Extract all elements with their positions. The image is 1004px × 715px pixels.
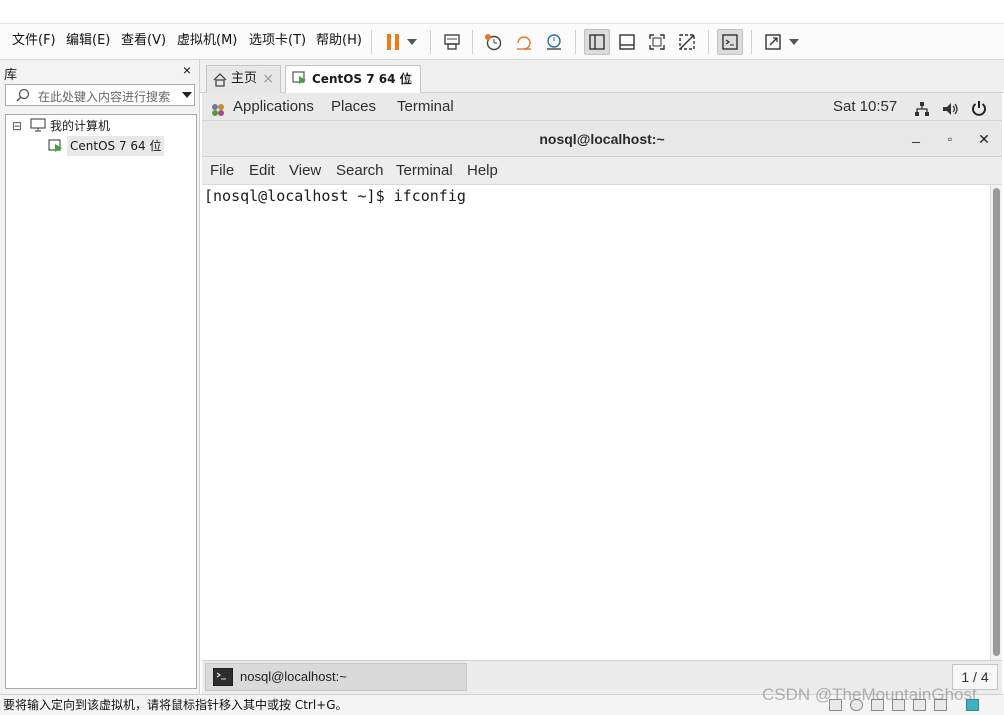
menu-view[interactable]: 查看(V): [121, 24, 166, 60]
terminal-output[interactable]: [nosql@localhost ~]$ ifconfig: [202, 185, 990, 660]
terminal-scrollbar[interactable]: [990, 185, 1002, 660]
clock[interactable]: Sat 10:57: [833, 93, 897, 121]
library-panel: 库 × 在此处键入内容进行搜索 ⊟ 我的计算机 CentOS 7 64 位: [0, 60, 200, 694]
snapshot-manager-icon[interactable]: [541, 29, 567, 55]
power-icon[interactable]: [971, 98, 987, 116]
close-icon[interactable]: ×: [262, 66, 274, 92]
watermark: CSDN @TheMountainGhost: [762, 685, 977, 704]
tree-item-my-computer[interactable]: 我的计算机: [50, 116, 110, 136]
toolbar-separator: [751, 30, 752, 54]
tree-collapse-icon[interactable]: ⊟: [12, 116, 22, 136]
window-top-strip: [0, 0, 1004, 24]
snapshot-take-icon[interactable]: [480, 29, 506, 55]
library-close-button[interactable]: ×: [183, 62, 191, 78]
show-thumbnail-icon[interactable]: [614, 29, 640, 55]
terminal-menubar: File Edit View Search Terminal Help: [202, 157, 1002, 185]
gnome-top-bar: Applications Places Terminal Sat 10:57: [202, 93, 1002, 121]
terminal-titlebar: nosql@localhost:~ _ ▫ ✕: [202, 121, 1002, 157]
terminal-menu-edit[interactable]: Edit: [249, 157, 275, 185]
applications-icon: [210, 100, 226, 116]
toolbar-separator: [430, 30, 431, 54]
toolbar-separator: [708, 30, 709, 54]
computer-icon: [30, 118, 48, 138]
send-ctrl-alt-del-icon[interactable]: [439, 29, 465, 55]
terminal-menu-search[interactable]: Search: [336, 157, 384, 185]
dropdown-arrow-icon[interactable]: [401, 29, 423, 55]
toolbar-separator: [371, 30, 372, 54]
search-icon: [16, 88, 30, 105]
status-bar: 要将输入定向到该虚拟机，请将鼠标指针移入其中或按 Ctrl+G。 CSDN @T…: [0, 685, 1004, 715]
menu-edit[interactable]: 编辑(E): [66, 24, 110, 60]
search-dropdown-icon[interactable]: [182, 92, 192, 98]
menu-vm[interactable]: 虚拟机(M): [177, 24, 237, 60]
taskbar-item-terminal[interactable]: nosql@localhost:~: [205, 663, 467, 691]
maximize-button[interactable]: ▫: [940, 129, 960, 149]
show-library-icon[interactable]: [584, 29, 610, 55]
terminal-title: nosql@localhost:~: [539, 131, 665, 147]
toolbar-separator: [575, 30, 576, 54]
applications-menu[interactable]: Applications: [233, 93, 314, 121]
snapshot-revert-icon[interactable]: [511, 29, 537, 55]
status-message: 要将输入定向到该虚拟机，请将鼠标指针移入其中或按 Ctrl+G。: [3, 698, 348, 712]
taskbar-item-label: nosql@localhost:~: [240, 669, 347, 684]
search-placeholder: 在此处键入内容进行搜索: [38, 90, 171, 104]
tab-centos[interactable]: CentOS 7 64 位 ×: [285, 65, 421, 93]
terminal-menu-help[interactable]: Help: [467, 157, 498, 185]
unity-icon[interactable]: [674, 29, 700, 55]
library-search-input[interactable]: 在此处键入内容进行搜索: [5, 84, 195, 106]
full-screen-icon[interactable]: [644, 29, 670, 55]
console-view-icon[interactable]: [717, 29, 743, 55]
terminal-menu-file[interactable]: File: [210, 157, 234, 185]
scrollbar-thumb[interactable]: [993, 188, 1000, 656]
library-title: 库: [4, 68, 18, 83]
tab-home[interactable]: 主页 ×: [206, 65, 281, 93]
menu-help[interactable]: 帮助(H): [316, 24, 362, 60]
vmware-toolbar: 文件(F) 编辑(E) 查看(V) 虚拟机(M) 选项卡(T) 帮助(H): [0, 24, 1004, 60]
network-icon[interactable]: [914, 99, 930, 116]
close-icon[interactable]: ×: [402, 66, 414, 92]
tab-bar: 主页 × CentOS 7 64 位 ×: [200, 60, 1004, 93]
terminal-menu-terminal[interactable]: Terminal: [396, 157, 453, 185]
tab-centos-label: CentOS 7 64 位: [312, 72, 412, 86]
terminal-icon: [212, 667, 234, 689]
terminal-app-menu[interactable]: Terminal: [397, 93, 454, 121]
minimize-button[interactable]: _: [906, 125, 926, 145]
terminal-prompt-line: [nosql@localhost ~]$ ifconfig: [204, 187, 466, 205]
toolbar-separator: [472, 30, 473, 54]
library-tree: ⊟ 我的计算机 CentOS 7 64 位: [5, 114, 197, 689]
view-dropdown-icon[interactable]: [784, 29, 804, 55]
tree-item-centos[interactable]: CentOS 7 64 位: [67, 136, 165, 156]
places-menu[interactable]: Places: [331, 93, 376, 121]
terminal-menu-view[interactable]: View: [289, 157, 321, 185]
menu-file[interactable]: 文件(F): [12, 24, 56, 60]
close-button[interactable]: ✕: [974, 129, 994, 149]
tab-home-label: 主页: [231, 71, 258, 86]
vm-running-icon: [48, 136, 66, 156]
stretch-view-icon[interactable]: [760, 29, 786, 55]
menu-tabs[interactable]: 选项卡(T): [249, 24, 306, 60]
volume-icon[interactable]: [942, 99, 960, 115]
